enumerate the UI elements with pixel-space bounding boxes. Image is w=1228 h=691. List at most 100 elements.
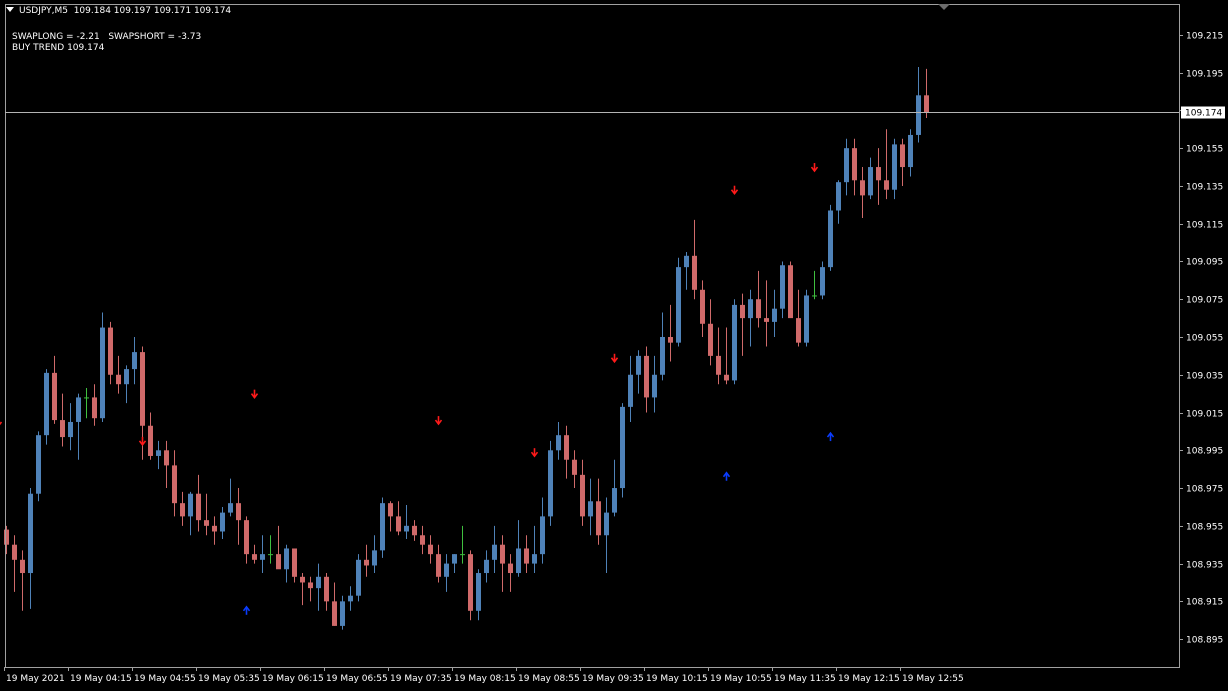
current-price-label: 109.174 — [1185, 109, 1222, 119]
candle-body — [412, 525, 417, 536]
candle-body — [780, 265, 785, 309]
candle-body — [44, 372, 49, 436]
candle-body — [108, 327, 113, 375]
price-chart[interactable]: 109.215109.195109.175109.155109.135109.1… — [0, 0, 1228, 691]
candle-body — [436, 554, 441, 577]
candle-body — [812, 295, 817, 297]
candle-body — [660, 337, 665, 375]
candle-body — [180, 503, 185, 517]
candle — [12, 535, 17, 592]
dropdown-triangle-icon[interactable] — [6, 7, 14, 12]
candle — [748, 289, 753, 347]
x-tick-label: 19 May 12:15 — [838, 674, 900, 684]
candle — [596, 478, 601, 545]
candle — [660, 312, 665, 381]
candle-body — [916, 95, 921, 135]
candle — [68, 403, 73, 451]
candle — [684, 252, 689, 290]
candle-body — [84, 397, 89, 399]
candle-body — [140, 352, 145, 426]
candle — [468, 550, 473, 621]
candle — [572, 450, 577, 489]
candle — [4, 525, 9, 555]
candle-body — [252, 554, 257, 560]
candle-body — [388, 503, 393, 517]
candle-body — [796, 318, 801, 343]
candle-body — [708, 323, 713, 356]
y-tick-label: 109.155 — [1186, 145, 1223, 155]
candle-body — [204, 520, 209, 526]
candle-body — [340, 601, 345, 626]
candle — [884, 129, 889, 200]
candle-body — [380, 503, 385, 551]
chart-shift-marker-icon[interactable] — [938, 4, 950, 10]
candle-body — [516, 548, 521, 574]
x-tick-label: 19 May 09:35 — [582, 674, 644, 684]
candle — [564, 425, 569, 479]
candle — [356, 554, 361, 602]
candle — [772, 289, 777, 337]
y-tick-label: 109.015 — [1186, 410, 1223, 420]
candle-body — [220, 512, 225, 532]
candle — [460, 525, 465, 564]
candle-body — [4, 529, 9, 545]
candle-body — [876, 167, 881, 181]
candle-body — [332, 601, 337, 626]
y-tick-label: 108.935 — [1186, 561, 1223, 571]
candle-body — [356, 559, 361, 596]
candle-body — [724, 374, 729, 381]
candle — [236, 488, 241, 545]
candle-body — [852, 148, 857, 181]
candle — [380, 497, 385, 558]
candle-body — [92, 397, 97, 419]
symbol-header: USDJPY,M5 109.184 109.197 109.171 109.17… — [6, 6, 231, 17]
sell-arrow-icon — [610, 353, 619, 364]
candle — [780, 261, 785, 319]
candle-body — [12, 544, 17, 560]
candle — [788, 261, 793, 319]
candle-body — [564, 435, 569, 460]
candle-body — [36, 435, 41, 494]
buy-arrow-icon — [722, 471, 731, 481]
y-tick-label: 108.895 — [1186, 636, 1223, 646]
y-tick-label: 109.215 — [1186, 32, 1223, 42]
symbol-label: USDJPY,M5 — [19, 6, 68, 16]
sell-arrow-icon — [138, 436, 147, 447]
candle-body — [836, 182, 841, 211]
candle-body — [148, 425, 153, 456]
x-tick-label: 19 May 06:55 — [326, 674, 388, 684]
candle-body — [420, 535, 425, 545]
candle-body — [692, 255, 697, 290]
sell-arrow-icon — [530, 448, 539, 458]
candle-body — [524, 548, 529, 564]
candle — [60, 393, 65, 447]
candle — [612, 459, 617, 517]
trend-info: BUY TREND 109.174 — [12, 43, 105, 53]
candle — [804, 289, 809, 347]
candle-body — [28, 493, 33, 574]
candle — [364, 544, 369, 577]
candle — [860, 167, 865, 219]
candle-body — [196, 493, 201, 521]
candle — [796, 289, 801, 347]
candle — [740, 293, 745, 356]
candle — [244, 516, 249, 564]
x-tick-label: 19 May 12:55 — [902, 674, 964, 684]
y-tick-label: 109.115 — [1186, 221, 1223, 231]
candle — [108, 321, 113, 385]
candle — [196, 474, 201, 532]
candle-body — [820, 267, 825, 296]
x-tick-label: 19 May 08:55 — [518, 674, 580, 684]
candle — [620, 403, 625, 498]
candle — [332, 582, 337, 626]
x-tick-label: 19 May 04:15 — [70, 674, 132, 684]
buy-arrow-icon — [826, 431, 835, 442]
candle — [476, 569, 481, 621]
candle-body — [124, 369, 129, 385]
candle — [580, 459, 585, 526]
candle-body — [740, 304, 745, 319]
candle-body — [188, 493, 193, 517]
candle-body — [884, 180, 889, 190]
candle — [164, 440, 169, 489]
sell-arrow-icon — [810, 163, 819, 173]
